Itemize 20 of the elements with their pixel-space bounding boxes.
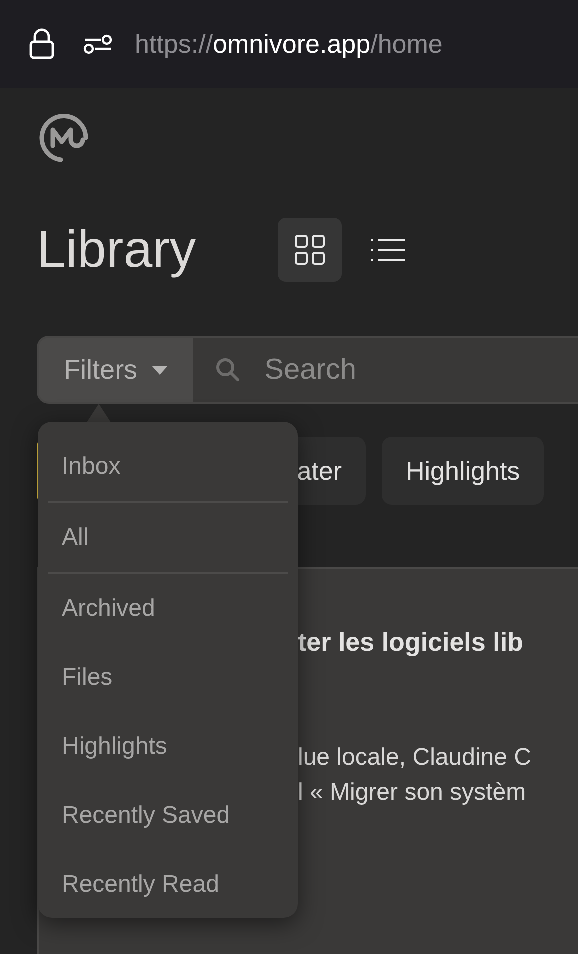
grid-icon bbox=[294, 234, 326, 266]
page-title: Library bbox=[37, 220, 197, 281]
sliders-icon[interactable] bbox=[83, 32, 113, 56]
search-field[interactable]: Search bbox=[192, 336, 578, 404]
menu-item[interactable]: Recently Read bbox=[48, 850, 288, 919]
menu-item[interactable]: Inbox bbox=[48, 432, 288, 503]
caret-icon bbox=[152, 366, 168, 374]
menu-item[interactable]: Recently Saved bbox=[48, 781, 288, 850]
grid-view-button[interactable] bbox=[278, 218, 342, 282]
filters-dropdown-button[interactable]: Filters bbox=[37, 336, 193, 404]
menu-item[interactable]: Highlights bbox=[48, 712, 288, 781]
address-url[interactable]: https://omnivore.app/home bbox=[135, 28, 443, 60]
article-title: ter les logiciels lib bbox=[298, 627, 524, 658]
filter-chip[interactable]: Highlights bbox=[382, 437, 544, 505]
menu-item[interactable]: All bbox=[48, 503, 288, 574]
menu-item[interactable]: Files bbox=[48, 643, 288, 712]
lock-icon bbox=[29, 28, 55, 60]
article-description: lue locale, Claudine C l « Migrer son systèm bbox=[298, 743, 532, 808]
menu-item[interactable]: Archived bbox=[48, 574, 288, 643]
list-icon bbox=[370, 237, 406, 263]
